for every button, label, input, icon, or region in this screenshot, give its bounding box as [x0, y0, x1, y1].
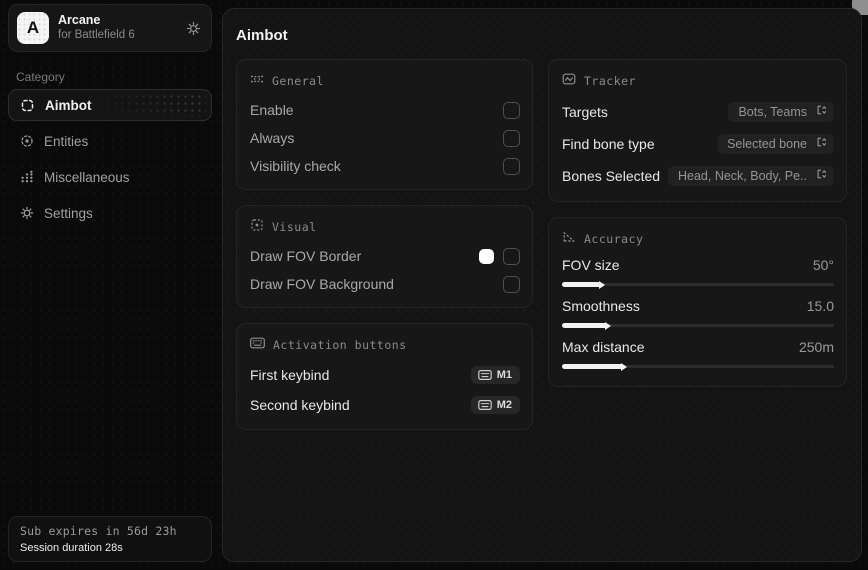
toggle-label: Always	[250, 130, 294, 146]
toggle-label: Draw FOV Background	[250, 276, 394, 292]
slider-value: 15.0	[807, 298, 834, 314]
dropdown-label: Find bone type	[562, 136, 655, 152]
page-title: Aimbot	[236, 27, 847, 44]
card-title: Visual	[272, 220, 317, 234]
card-title: Activation buttons	[273, 338, 407, 352]
keybind-label: First keybind	[250, 367, 329, 383]
visual-card: Visual Draw FOV Border Draw FOV Backgrou…	[236, 205, 533, 308]
keybind-row: First keybind M1	[250, 360, 520, 390]
sidebar-item-label: Aimbot	[45, 98, 92, 113]
toggle-label: Enable	[250, 102, 294, 118]
keyboard-icon	[250, 336, 265, 354]
slider-fill[interactable]	[562, 323, 606, 328]
angle-icon	[562, 230, 576, 249]
toggle-row: Draw FOV Background	[250, 270, 520, 298]
logo-letter: A	[27, 18, 39, 38]
draw-fov-background-checkbox[interactable]	[503, 276, 520, 293]
app-logo: A	[17, 12, 49, 44]
toggle-label: Visibility check	[250, 158, 341, 174]
halftone-pattern	[91, 93, 206, 117]
always-checkbox[interactable]	[503, 130, 520, 147]
fov-border-color-swatch[interactable]	[479, 249, 494, 264]
sidebar-item-entities[interactable]: Entities	[8, 125, 212, 157]
toggle-row: Draw FOV Border	[250, 242, 520, 270]
activation-buttons-card: Activation buttons First keybind M1	[236, 323, 533, 430]
keybind-label: Second keybind	[250, 397, 350, 413]
card-title: Tracker	[584, 74, 636, 88]
general-card: General Enable Always Visibility check	[236, 59, 533, 190]
card-title: General	[272, 74, 324, 88]
sidebar-item-aimbot[interactable]: Aimbot	[8, 89, 212, 121]
smoothness-slider[interactable]	[562, 324, 834, 327]
toggle-row: Always	[250, 124, 520, 152]
toggle-row: Enable	[250, 96, 520, 124]
sidebar-item-label: Miscellaneous	[44, 170, 130, 185]
subscription-info: Sub expires in 56d 23h Session duration …	[8, 516, 212, 562]
dropdown-label: Targets	[562, 104, 608, 120]
second-keybind-button[interactable]: M2	[471, 396, 520, 414]
slider-row: Max distance 250m	[562, 336, 834, 368]
slider-label: Max distance	[562, 339, 644, 355]
brackets-dot-icon	[250, 72, 264, 91]
slider-fill[interactable]	[562, 364, 622, 369]
toggle-label: Draw FOV Border	[250, 248, 361, 264]
dropdown-value: Bots, Teams	[738, 105, 807, 119]
session-duration-text: Session duration 28s	[20, 541, 200, 556]
gear-icon[interactable]	[186, 21, 201, 36]
dropdown-row: Targets Bots, Teams	[562, 96, 834, 128]
crosshair-icon	[20, 99, 35, 112]
app-name: Arcane	[58, 13, 177, 28]
select-arrows-icon	[815, 103, 827, 121]
dropdown-value: Selected bone	[727, 137, 807, 151]
dropdown-value: Head, Neck, Body, Pe..	[678, 169, 807, 183]
keyboard-icon	[478, 370, 492, 380]
accuracy-card: Accuracy FOV size 50° Smoothness 15.0	[548, 217, 847, 387]
slider-value: 250m	[799, 339, 834, 355]
sidebar-item-label: Entities	[44, 134, 88, 149]
keybind-value: M1	[497, 369, 512, 381]
sidebar: A Arcane for Battlefield 6 Category Aimb…	[0, 0, 220, 570]
draw-fov-border-checkbox[interactable]	[503, 248, 520, 265]
dropdown-row: Bones Selected Head, Neck, Body, Pe..	[562, 160, 834, 192]
sidebar-item-label: Settings	[44, 206, 93, 221]
slider-label: FOV size	[562, 257, 620, 273]
max-distance-slider[interactable]	[562, 365, 834, 368]
category-label: Category	[16, 70, 65, 84]
dropdown-row: Find bone type Selected bone	[562, 128, 834, 160]
first-keybind-button[interactable]: M1	[471, 366, 520, 384]
visibility-check-checkbox[interactable]	[503, 158, 520, 175]
sidebar-nav: Aimbot Entities Miscellaneous	[8, 89, 212, 229]
sidebar-item-settings[interactable]: Settings	[8, 197, 212, 229]
sub-expires-text: Sub expires in 56d 23h	[20, 524, 200, 540]
pulse-icon	[562, 72, 576, 91]
slider-label: Smoothness	[562, 298, 640, 314]
slider-row: Smoothness 15.0	[562, 295, 834, 327]
slider-row: FOV size 50°	[562, 254, 834, 286]
keyboard-icon	[478, 400, 492, 410]
slider-value: 50°	[813, 257, 834, 273]
main-panel: Aimbot General Enable	[222, 8, 862, 562]
keybind-row: Second keybind M2	[250, 390, 520, 420]
targets-dropdown[interactable]: Bots, Teams	[728, 102, 834, 122]
slider-fill[interactable]	[562, 282, 600, 287]
find-bone-type-dropdown[interactable]: Selected bone	[717, 134, 834, 154]
app-subtitle: for Battlefield 6	[58, 29, 177, 43]
scan-icon	[19, 134, 34, 148]
select-arrows-icon	[815, 135, 827, 153]
app-header: A Arcane for Battlefield 6	[8, 4, 212, 52]
fov-size-slider[interactable]	[562, 283, 834, 286]
card-title: Accuracy	[584, 232, 643, 246]
dashed-square-dot-icon	[250, 218, 264, 237]
bones-selected-dropdown[interactable]: Head, Neck, Body, Pe..	[668, 166, 834, 186]
tracker-card: Tracker Targets Bots, Teams Find bone	[548, 59, 847, 202]
toggle-row: Visibility check	[250, 152, 520, 180]
dots-grid-icon	[19, 170, 34, 184]
dropdown-label: Bones Selected	[562, 168, 660, 184]
gear-icon	[19, 206, 34, 220]
keybind-value: M2	[497, 399, 512, 411]
enable-checkbox[interactable]	[503, 102, 520, 119]
select-arrows-icon	[815, 167, 827, 185]
sidebar-item-miscellaneous[interactable]: Miscellaneous	[8, 161, 212, 193]
